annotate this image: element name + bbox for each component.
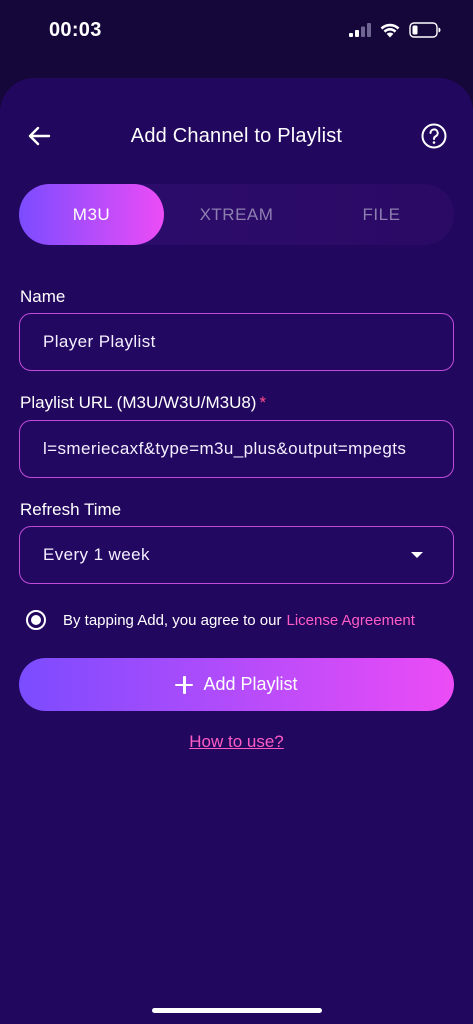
agreement-row: By tapping Add, you agree to our License…: [26, 610, 415, 630]
screen: 00:03 Add Channel to Playlist M3U XTREAM…: [0, 0, 473, 1024]
url-label: Playlist URL (M3U/W3U/M3U8) *: [20, 393, 266, 413]
how-to-use-link[interactable]: How to use?: [0, 732, 473, 752]
tab-xtream[interactable]: XTREAM: [164, 184, 309, 245]
required-mark: *: [259, 393, 267, 412]
status-bar: 00:03: [0, 0, 473, 64]
agreement-radio[interactable]: [26, 610, 46, 630]
chevron-down-icon: [411, 552, 423, 558]
radio-dot: [31, 615, 41, 625]
header: Add Channel to Playlist: [0, 114, 473, 158]
add-playlist-label: Add Playlist: [203, 674, 298, 694]
tab-m3u[interactable]: M3U: [19, 184, 164, 245]
page-title: Add Channel to Playlist: [130, 125, 343, 147]
url-label-text: Playlist URL (M3U/W3U/M3U8): [20, 393, 257, 412]
refresh-time-value: Every 1 week: [43, 545, 150, 564]
name-input-value: Player Playlist: [43, 332, 156, 351]
cellular-signal-icon: [349, 23, 371, 37]
home-indicator: [152, 1008, 322, 1013]
playlist-sheet: Add Channel to Playlist M3U XTREAM FILE …: [0, 78, 473, 1024]
playlist-type-tabs: M3U XTREAM FILE: [19, 184, 454, 245]
name-label: Name: [20, 287, 66, 306]
playlist-url-input[interactable]: l=smeriecaxf&type=m3u_plus&output=mpegts: [19, 420, 454, 478]
name-input[interactable]: Player Playlist: [19, 313, 454, 371]
status-icons: [349, 22, 441, 38]
add-playlist-button[interactable]: Add Playlist: [19, 658, 454, 711]
help-circle-icon: [421, 123, 447, 149]
refresh-label: Refresh Time: [20, 500, 122, 519]
help-button[interactable]: [421, 123, 447, 149]
battery-icon: [409, 22, 441, 38]
agreement-text: By tapping Add, you agree to our: [63, 611, 282, 629]
license-agreement-link[interactable]: License Agreement: [287, 612, 415, 629]
wifi-icon: [380, 23, 400, 37]
refresh-time-select[interactable]: Every 1 week: [19, 526, 454, 584]
status-time: 00:03: [49, 19, 102, 41]
playlist-url-value: l=smeriecaxf&type=m3u_plus&output=mpegts: [43, 439, 407, 458]
plus-icon: [175, 675, 194, 694]
tab-file[interactable]: FILE: [309, 184, 454, 245]
